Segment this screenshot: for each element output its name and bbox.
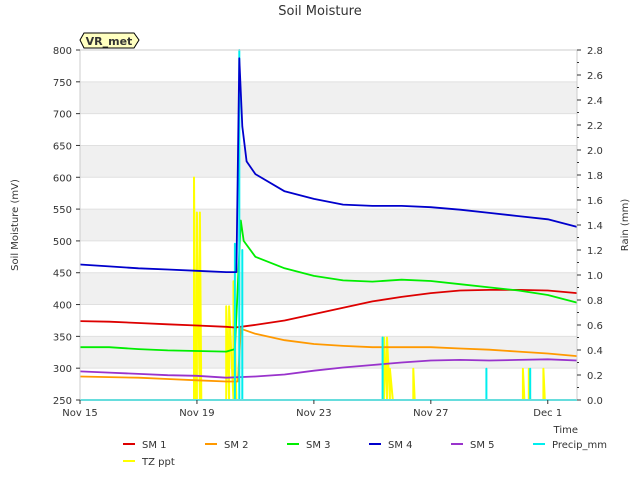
y-tick-label: 450 — [53, 269, 72, 280]
x-axis-ticks: Nov 15 Nov 19 Nov 23 Nov 27 Dec 1 — [62, 400, 562, 419]
y2-tick-label: 1.6 — [587, 196, 603, 207]
y2-tick-label: 1.8 — [587, 171, 603, 182]
y-tick-label: 250 — [53, 396, 72, 407]
y-tick-label: 800 — [53, 46, 72, 57]
y-tick-label: 650 — [53, 141, 72, 152]
y-tick-label: 350 — [53, 332, 72, 343]
legend-label-sm-5: SM 5 — [470, 440, 495, 451]
y2-tick-label: 2.4 — [587, 96, 603, 107]
x-axis-label: Time — [553, 425, 578, 436]
soil-moisture-chart: Nov 15 Nov 19 Nov 23 Nov 27 Dec 1 250 300 350 4… — [10, 4, 631, 468]
legend-label-sm-3: SM 3 — [306, 440, 331, 451]
legend-label-tz-ppt: TZ ppt — [141, 457, 175, 468]
x-tick-label: Nov 19 — [179, 408, 214, 419]
y-tick-label: 600 — [53, 173, 72, 184]
y2-tick-label: 0.4 — [587, 346, 603, 357]
y2-tick-label: 1.0 — [587, 271, 603, 282]
y2-axis-label: Rain (mm) — [620, 199, 631, 252]
x-tick-label: Dec 1 — [533, 408, 562, 419]
y2-tick-label: 0.0 — [587, 396, 603, 407]
y-axis-label: Soil Moisture (mV) — [10, 179, 21, 271]
badge-label: VR_met — [86, 35, 133, 48]
y-tick-label: 500 — [53, 237, 72, 248]
y2-tick-label: 1.4 — [587, 221, 603, 232]
y-tick-label: 550 — [53, 205, 72, 216]
y2-tick-label: 2.6 — [587, 71, 603, 82]
y2-tick-label: 0.6 — [587, 321, 603, 332]
y2-tick-label: 2.2 — [587, 121, 603, 132]
legend: SM 1 SM 2 SM 3 SM 4 SM 5 Precip_mm TZ ppt — [123, 440, 607, 468]
y2-tick-label: 1.2 — [587, 246, 603, 257]
chart-title: Soil Moisture — [278, 4, 362, 19]
station-badge: VR_met — [79, 32, 140, 49]
y-axis-ticks: 250 300 350 400 450 500 550 600 650 700 750 800 — [53, 46, 80, 407]
plot-background-bands — [80, 81, 577, 369]
legend-label-sm-1: SM 1 — [142, 440, 167, 451]
y2-tick-label: 2.0 — [587, 146, 603, 157]
x-tick-label: Nov 27 — [413, 408, 448, 419]
legend-label-sm-2: SM 2 — [224, 440, 249, 451]
y2-tick-label: 0.8 — [587, 296, 603, 307]
x-tick-label: Nov 23 — [296, 408, 331, 419]
background-band — [80, 81, 577, 114]
y2-tick-label: 0.2 — [587, 371, 603, 382]
legend-label-sm-4: SM 4 — [388, 440, 413, 451]
y-tick-label: 400 — [53, 301, 72, 312]
y-tick-label: 750 — [53, 78, 72, 89]
x-tick-label: Nov 15 — [62, 408, 97, 419]
y-tick-label: 300 — [53, 364, 72, 375]
background-band — [80, 145, 577, 178]
background-band — [80, 336, 577, 369]
y-tick-label: 700 — [53, 110, 72, 121]
y2-tick-label: 2.8 — [587, 46, 603, 57]
y2-axis-ticks: 0.0 0.2 0.4 0.6 0.8 1.0 1.2 1.4 1.6 1.8 2.0 2.2 2.4 2… — [577, 46, 603, 407]
legend-label-precip-mm: Precip_mm — [552, 440, 607, 451]
